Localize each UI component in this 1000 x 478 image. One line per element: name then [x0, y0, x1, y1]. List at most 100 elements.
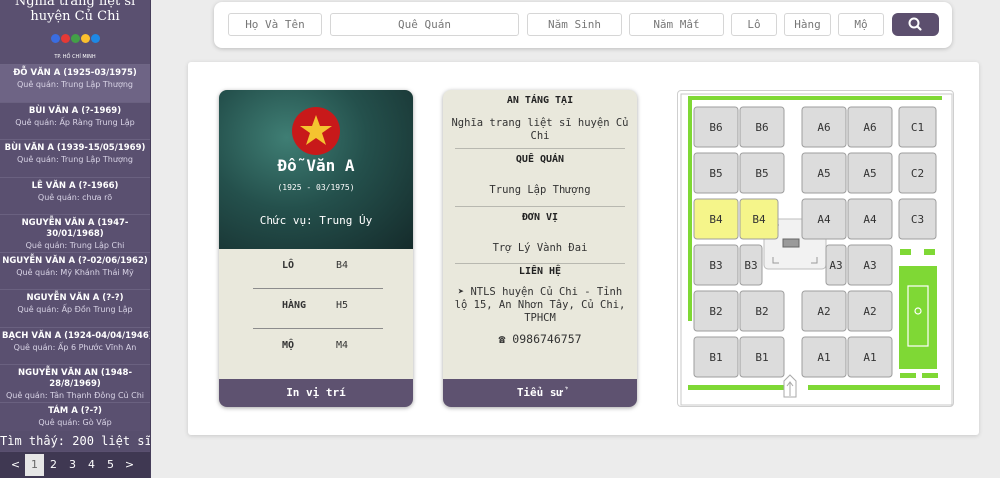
plot-label: A2	[863, 305, 876, 318]
green-path	[922, 373, 938, 378]
sidebar-title: Nghĩa trang liệt sĩ huyện Củ Chi	[0, 0, 150, 24]
plot-label: A3	[863, 259, 876, 272]
list-item[interactable]: BÙI VĂN A (1939-15/05/1969) Quê quán: Tr…	[0, 140, 150, 178]
birth-year-input[interactable]: Năm Sinh	[527, 13, 622, 36]
biography-button[interactable]: Tiểu sử	[443, 379, 637, 407]
martyr-name: Đỗ Văn A	[277, 156, 355, 175]
plot-label: A2	[817, 305, 830, 318]
list-item-name: BẠCH VĂN A (1924-04/04/1946)	[2, 330, 150, 341]
list-item-name: NGUYỄN VĂN A (?-02/06/1962)	[2, 255, 148, 266]
page-button[interactable]: 2	[44, 454, 63, 476]
page-button[interactable]: 5	[101, 454, 120, 476]
martyr-list: ĐỖ VĂN A (1925-03/1975) Quê quán: Trung …	[0, 64, 150, 440]
plot-label: B5	[709, 167, 722, 180]
plot-label: A5	[863, 167, 876, 180]
prev-page-button[interactable]: <	[6, 454, 25, 476]
info-card: AN TÁNG TẠI Nghĩa trang liệt sĩ huyện Củ…	[443, 90, 637, 407]
logo-caption: TP. HỒ CHÍ MINH	[54, 54, 96, 60]
plot-label: B2	[755, 305, 768, 318]
list-item[interactable]: LÊ VĂN A (?-1966) Quê quán: chưa rõ	[0, 178, 150, 215]
plot-label: A4	[863, 213, 877, 226]
green-path	[688, 96, 942, 100]
list-item[interactable]: NGUYỄN VĂN AN (1948- 28/8/1969) Quê quán…	[0, 365, 150, 403]
green-path	[900, 373, 916, 378]
plot-label: B3	[709, 259, 722, 272]
buried-value: Nghĩa trang liệt sĩ huyện Củ Chi	[451, 117, 629, 142]
list-item-origin: Quê quán: Ấp 6 Phước Vĩnh An	[13, 342, 137, 352]
pagination: < 1 2 3 4 5 >	[0, 452, 150, 478]
row-input[interactable]: Hàng	[784, 13, 831, 36]
list-item-name: NGUYỄN VĂN A (1947-	[21, 218, 129, 228]
list-item[interactable]: NGUYỄN VĂN A (?-?) Quê quán: Ấp Đồn Trun…	[0, 290, 150, 328]
plot-label: C3	[911, 213, 924, 226]
list-item-origin: Quê quán: Ấp Đồn Trung Lập	[17, 305, 133, 314]
search-bar: Họ Và Tên Quê Quán Năm Sinh Năm Mất Lô H…	[214, 2, 952, 48]
list-item-name: ĐỖ VĂN A (1925-03/1975)	[13, 68, 137, 78]
list-item-name: NGUYỄN VĂN AN (1948-	[18, 368, 132, 378]
unit-title: ĐƠN VỊ	[521, 212, 559, 223]
list-item-name: NGUYỄN VĂN A (?-?)	[26, 293, 124, 303]
lot-value: B4	[336, 260, 349, 271]
divider	[455, 148, 625, 149]
green-path	[900, 249, 911, 255]
sidebar-title-line2: huyện Củ Chi	[30, 9, 120, 24]
plot-label: A1	[863, 351, 876, 364]
martyr-years: (1925 - 03/1975)	[277, 183, 355, 192]
hometown-input[interactable]: Quê Quán	[330, 13, 519, 36]
print-location-button[interactable]: In vị trí	[219, 379, 413, 407]
list-item-origin: Quê quán: Ấp Ràng Trung Lập	[15, 117, 135, 127]
list-item-origin: Quê quán: Trung Lập Thượng	[16, 80, 133, 89]
green-path	[688, 96, 692, 321]
page-button[interactable]: 1	[25, 454, 44, 476]
next-page-button[interactable]: >	[120, 454, 139, 476]
list-item[interactable]: BÙI VĂN A (?-1969) Quê quán: Ấp Ràng Tru…	[0, 103, 150, 140]
plot-label: B1	[755, 351, 768, 364]
list-item-name: BÙI VĂN A (1939-15/05/1969)	[4, 143, 146, 153]
plot-label: B4	[709, 213, 723, 226]
plot-label: B5	[755, 167, 768, 180]
grave-row: MỘ M4	[253, 329, 383, 369]
green-path	[808, 385, 940, 390]
plot-label: B4	[752, 213, 766, 226]
grave-label: MỘ	[282, 340, 295, 351]
plot-label: B2	[709, 305, 722, 318]
plot-label: A3	[829, 259, 842, 272]
grave-input[interactable]: Mộ	[838, 13, 884, 36]
list-item[interactable]: NGUYỄN VĂN A (1947- 30/01/1968) Quê quán…	[0, 215, 150, 253]
cemetery-map-svg: B6 B6 A6 A6 C1 B5 B5 A5 A5 C2 B4 B4 A4 A4 C3 B3 B3 A3 A3 B2…	[680, 93, 953, 406]
list-item-origin: Quê quán: Trung Lập Chi	[25, 241, 125, 250]
grave-value: M4	[336, 340, 349, 351]
death-year-input[interactable]: Năm Mất	[629, 13, 724, 36]
name-input[interactable]: Họ Và Tên	[228, 13, 322, 36]
row-row: HÀNG H5	[253, 289, 383, 329]
row-value: H5	[336, 300, 349, 311]
list-item-origin: Quê quán: Trung Lập Thượng	[16, 155, 133, 164]
contact-phone: ☎ 0986746757	[498, 332, 582, 346]
search-button[interactable]	[892, 13, 939, 36]
list-item[interactable]: NGUYỄN VĂN A (?-02/06/1962) Quê quán: Mỹ…	[0, 253, 150, 290]
lot-row: LÔ B4	[253, 249, 383, 289]
list-item-name: 30/01/1968)	[46, 229, 104, 239]
unit-value: Trợ Lý Vành Đai	[492, 242, 588, 254]
divider	[455, 206, 625, 207]
plot-label: B6	[755, 121, 768, 134]
plot-label: A6	[863, 121, 876, 134]
list-item-name: 28/8/1969)	[49, 379, 101, 389]
list-item-origin: Quê quán: chưa rõ	[37, 192, 113, 202]
contact-address: ➤ NTLS huyện Củ Chi - Tỉnh lộ 15, An Nhơ…	[454, 286, 626, 324]
row-label: HÀNG	[282, 300, 307, 311]
list-item[interactable]: BẠCH VĂN A (1924-04/04/1946) Quê quán: Ấ…	[0, 328, 150, 365]
page-button[interactable]: 4	[82, 454, 101, 476]
list-item[interactable]: ĐỖ VĂN A (1925-03/1975) Quê quán: Trung …	[0, 65, 150, 103]
green-path	[924, 249, 935, 255]
profile-header: Đỗ Văn A (1925 - 03/1975) Chức vụ: Trung…	[219, 90, 413, 249]
youth-union-logo: TP. HỒ CHÍ MINH	[47, 30, 103, 60]
search-icon	[908, 17, 922, 31]
lot-input[interactable]: Lô	[731, 13, 777, 36]
result-count: Tìm thấy: 200 liệt sĩ	[0, 431, 150, 451]
plot-label: B6	[709, 121, 722, 134]
origin-value: Trung Lập Thượng	[489, 184, 591, 196]
page-button[interactable]: 3	[63, 454, 82, 476]
sidebar: Nghĩa trang liệt sĩ huyện Củ Chi TP. HỒ …	[0, 0, 151, 478]
detail-panel: Đỗ Văn A (1925 - 03/1975) Chức vụ: Trung…	[188, 62, 979, 435]
